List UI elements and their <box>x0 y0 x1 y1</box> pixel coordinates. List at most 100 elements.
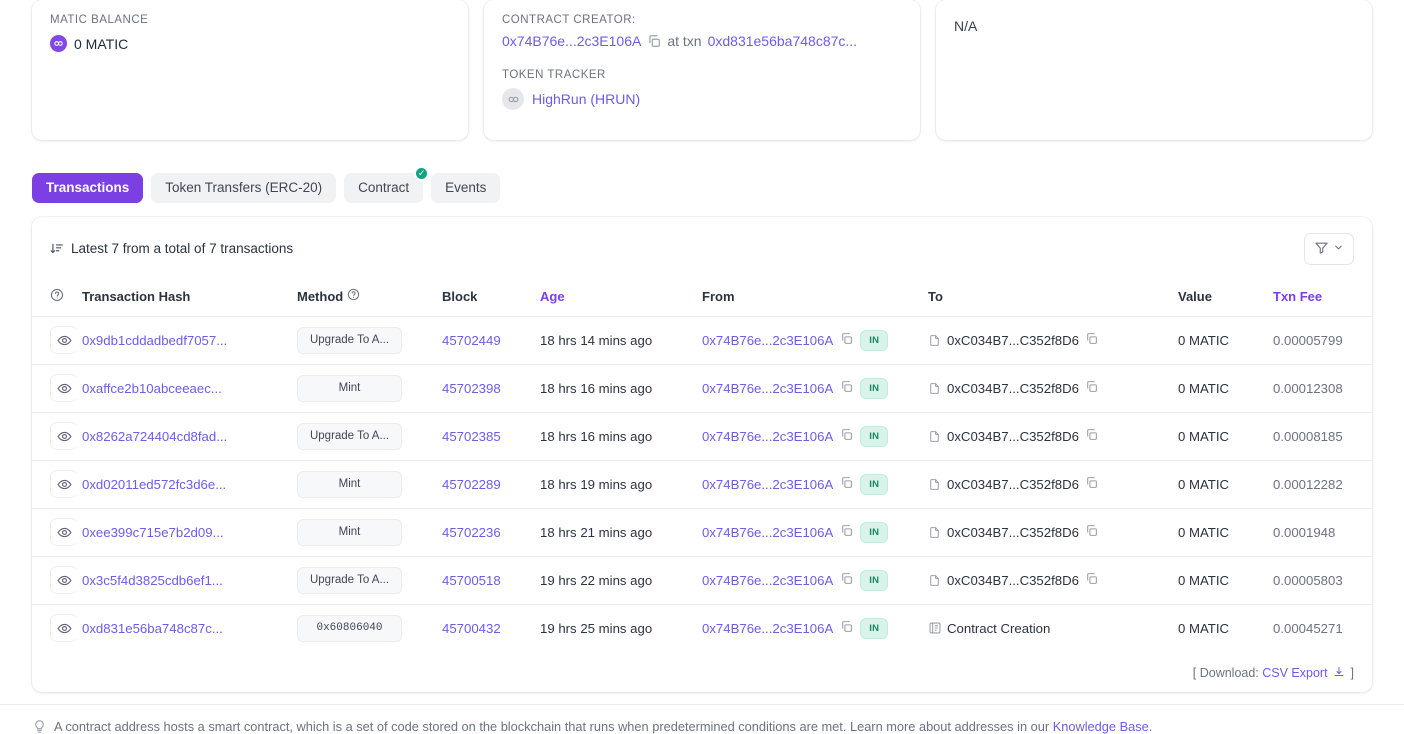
creator-card: CONTRACT CREATOR: 0x74B76e...2c3E106A at… <box>484 0 920 140</box>
row-preview-cell <box>32 316 76 365</box>
row-block-cell: 45702398 <box>436 364 534 413</box>
tab-contract[interactable]: Contract ✓ <box>344 166 430 203</box>
download-suffix: ] <box>1347 666 1354 680</box>
eye-icon[interactable] <box>50 422 76 450</box>
copy-icon[interactable] <box>840 380 853 396</box>
block-number-link[interactable]: 45700518 <box>442 573 501 588</box>
row-value-cell: 0 MATIC <box>1172 508 1267 557</box>
row-fee-cell: 0.00045271 <box>1273 620 1343 636</box>
copy-icon[interactable] <box>1085 524 1098 540</box>
from-address-link[interactable]: 0x74B76e...2c3E106A <box>702 525 833 540</box>
creation-txn-link[interactable]: 0xd831e56ba748c87c... <box>708 33 857 49</box>
block-number-link[interactable]: 45702289 <box>442 477 501 492</box>
tab-events[interactable]: Events <box>431 173 501 203</box>
copy-icon[interactable] <box>1085 380 1098 396</box>
filter-button[interactable] <box>1304 232 1354 265</box>
row-to-cell: 0xC034B7...C352f8D6 <box>922 460 1172 509</box>
transactions-panel: Latest 7 from a total of 7 transactions <box>32 216 1372 692</box>
transaction-hash-link[interactable]: 0xd02011ed572fc3d6e... <box>82 477 226 492</box>
eye-icon[interactable] <box>50 374 76 402</box>
row-preview-cell <box>32 556 76 605</box>
row-fee-cell: 0.00008185 <box>1267 412 1372 461</box>
row-method-cell: Upgrade To A... <box>291 556 436 605</box>
from-address-link[interactable]: 0x74B76e...2c3E106A <box>702 333 833 348</box>
row-to-cell: 0xC034B7...C352f8D6 <box>922 556 1172 605</box>
copy-icon[interactable] <box>840 572 853 588</box>
row-from-cell: 0x74B76e...2c3E106A IN <box>696 364 922 413</box>
disclaimer-text: A contract address hosts a smart contrac… <box>54 719 1152 734</box>
row-value-cell: 0 MATIC <box>1178 620 1230 636</box>
block-number-link[interactable]: 45702449 <box>442 333 501 348</box>
method-badge: 0x60806040 <box>297 614 402 642</box>
creator-address-link[interactable]: 0x74B76e...2c3E106A <box>502 33 641 49</box>
copy-icon[interactable] <box>840 332 853 348</box>
row-method-cell: Mint <box>291 364 436 413</box>
col-header-txn-fee[interactable]: Txn Fee <box>1267 278 1372 317</box>
from-address-link[interactable]: 0x74B76e...2c3E106A <box>702 477 833 492</box>
block-number-link[interactable]: 45702398 <box>442 381 501 396</box>
eye-icon[interactable] <box>50 614 76 643</box>
col-header-age[interactable]: Age <box>534 278 696 317</box>
transaction-hash-link[interactable]: 0xaffce2b10abceeaec... <box>82 381 222 396</box>
transaction-hash-link[interactable]: 0x3c5f4d3825cdb6ef1... <box>82 573 223 588</box>
row-value-cell: 0 MATIC <box>1172 460 1267 509</box>
eye-icon[interactable] <box>50 470 76 498</box>
copy-icon[interactable] <box>840 524 853 540</box>
copy-icon[interactable] <box>840 476 853 492</box>
transaction-hash-link[interactable]: 0x8262a724404cd8fad... <box>82 429 227 444</box>
eye-icon[interactable] <box>50 566 76 594</box>
block-number-link[interactable]: 45700432 <box>442 621 501 636</box>
from-address-link[interactable]: 0x74B76e...2c3E106A <box>702 573 833 588</box>
overview-cards: MATIC BALANCE 0 MATIC CONTRACT CREATOR: … <box>0 0 1404 140</box>
table-row: 0xd831e56ba748c87c... 0x60806040 45700432 1… <box>32 604 1372 652</box>
copy-icon[interactable] <box>1085 476 1098 492</box>
copy-icon[interactable] <box>1085 428 1098 444</box>
balance-card: MATIC BALANCE 0 MATIC <box>32 0 468 140</box>
method-badge: Upgrade To A... <box>297 422 402 450</box>
transaction-hash-link[interactable]: 0xee399c715e7b2d09... <box>82 525 224 540</box>
copy-icon[interactable] <box>840 428 853 444</box>
table-row: 0xaffce2b10abceeaec... Mint 45702398 18 hrs… <box>32 364 1372 413</box>
from-address-link[interactable]: 0x74B76e...2c3E106A <box>702 381 833 396</box>
direction-badge: IN <box>860 425 889 447</box>
col-header-method-label: Method <box>297 288 344 304</box>
csv-export-link[interactable]: CSV Export <box>1262 666 1327 680</box>
copy-icon[interactable] <box>840 620 853 636</box>
row-age-cell: 19 hrs 22 mins ago <box>534 556 696 605</box>
token-coin-icon <box>502 88 524 110</box>
help-circle-icon[interactable] <box>50 288 64 305</box>
eye-icon[interactable] <box>50 518 76 546</box>
disclaimer-tail: . <box>1148 719 1153 734</box>
row-age-cell: 18 hrs 14 mins ago <box>534 316 696 365</box>
row-from-cell: 0x74B76e...2c3E106A IN <box>696 316 922 365</box>
row-from-cell: 0x74B76e...2c3E106A IN <box>696 412 922 461</box>
row-hash-cell: 0xee399c715e7b2d09... <box>76 508 291 557</box>
block-number-link[interactable]: 45702385 <box>442 429 501 444</box>
block-number-link[interactable]: 45702236 <box>442 525 501 540</box>
from-address-link[interactable]: 0x74B76e...2c3E106A <box>702 621 833 636</box>
table-row: 0xee399c715e7b2d09... Mint 45702236 18 hrs … <box>32 508 1372 557</box>
transaction-hash-link[interactable]: 0x9db1cddadbedf7057... <box>82 333 227 348</box>
direction-badge: IN <box>860 329 889 351</box>
to-address-text: 0xC034B7...C352f8D6 <box>947 476 1079 492</box>
tab-token-transfers[interactable]: Token Transfers (ERC-20) <box>151 173 337 203</box>
row-block-cell: 45700432 <box>436 604 534 652</box>
contract-document-icon <box>928 333 941 348</box>
help-circle-icon[interactable] <box>347 288 360 304</box>
from-address-link[interactable]: 0x74B76e...2c3E106A <box>702 429 833 444</box>
copy-icon[interactable] <box>1085 332 1098 348</box>
row-to-cell: Contract Creation <box>922 604 1172 652</box>
row-method-cell: Upgrade To A... <box>291 316 436 365</box>
tab-transactions[interactable]: Transactions <box>32 173 144 203</box>
download-icon <box>1328 666 1347 680</box>
row-block-cell: 45700518 <box>436 556 534 605</box>
to-address-text: 0xC034B7...C352f8D6 <box>947 332 1079 348</box>
copy-icon[interactable] <box>1085 572 1098 588</box>
download-prefix: [ Download: <box>1192 666 1263 680</box>
copy-icon[interactable] <box>647 34 661 48</box>
knowledge-base-link[interactable]: Knowledge Base <box>1053 719 1149 734</box>
token-tracker-link[interactable]: HighRun (HRUN) <box>532 91 640 107</box>
transaction-hash-link[interactable]: 0xd831e56ba748c87c... <box>82 621 223 636</box>
eye-icon[interactable] <box>50 326 76 354</box>
verified-check-icon: ✓ <box>414 166 430 181</box>
